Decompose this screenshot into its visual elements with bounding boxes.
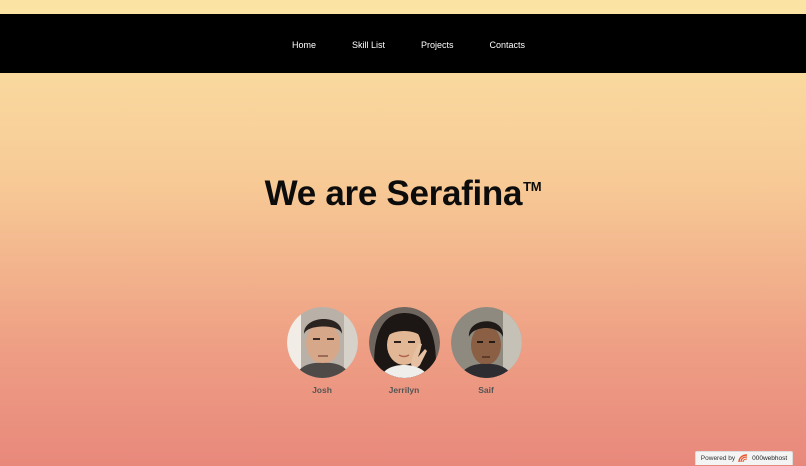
nav-item-skill-list: Skill List [334,35,403,53]
avatar-josh [286,307,358,378]
avatar-jerrilyn [368,307,440,378]
member-name: Josh [312,385,332,395]
nav-link-contacts[interactable]: Contacts [472,40,544,50]
hero-title: We are SerafinaTM [0,174,806,214]
nav-list: Home Skill List Projects Contacts [274,35,543,53]
member-name: Saif [478,385,494,395]
nav-link-home[interactable]: Home [274,40,334,50]
nav-item-projects: Projects [403,35,472,53]
top-strip [0,0,806,14]
hero-title-text: We are Serafina [264,174,523,213]
nav-item-home: Home [274,35,334,53]
nav-link-projects[interactable]: Projects [403,40,472,50]
webhost-logo-icon [738,454,748,463]
powered-by-label: Powered by [700,455,736,462]
webhost-brand-label: 000webhost [752,455,788,462]
nav-link-skill-list[interactable]: Skill List [334,40,403,50]
team-member-josh[interactable]: Josh [286,307,358,395]
member-name: Jerrilyn [388,385,420,395]
top-navbar: Home Skill List Projects Contacts [0,14,806,73]
team-member-jerrilyn[interactable]: Jerrilyn [368,307,440,395]
trademark-symbol: TM [523,179,542,194]
team-members: Josh Jerrilyn Saif [286,307,522,395]
avatar-saif [450,307,522,378]
powered-by-badge[interactable]: Powered by 000webhost [695,451,793,465]
nav-item-contacts: Contacts [472,35,544,53]
team-member-saif[interactable]: Saif [450,307,522,395]
